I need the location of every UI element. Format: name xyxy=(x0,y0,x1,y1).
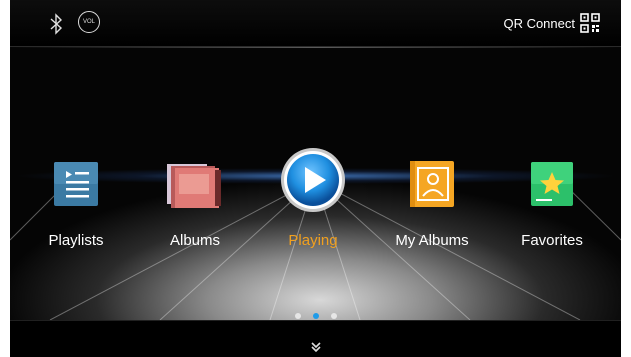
status-bar: VOL QR Connect xyxy=(10,0,621,48)
carousel-item-my-albums[interactable]: My Albums xyxy=(382,160,482,249)
page-dot-active[interactable] xyxy=(312,313,319,319)
playlist-icon xyxy=(54,162,98,206)
page-dot[interactable] xyxy=(330,313,337,319)
qr-connect-label[interactable]: QR Connect xyxy=(503,16,575,31)
bluetooth-icon[interactable] xyxy=(48,13,64,35)
volume-icon[interactable]: VOL xyxy=(78,11,100,33)
my-albums-icon xyxy=(410,161,454,207)
carousel-item-label: My Albums xyxy=(395,232,469,249)
volume-icon-text: VOL xyxy=(82,19,95,25)
carousel-item-albums[interactable]: Albums xyxy=(145,160,245,249)
qr-code-icon[interactable] xyxy=(580,13,600,33)
carousel-item-label: d xyxy=(0,232,8,249)
carousel-item-label: Playlists xyxy=(48,232,104,249)
carousel-item-playlists[interactable]: Playlists xyxy=(26,160,126,249)
page-dot[interactable] xyxy=(294,313,301,319)
carousel-item-label: Albums xyxy=(169,232,221,249)
double-chevron-down-icon[interactable] xyxy=(310,341,322,353)
carousel-item-favorites[interactable]: Favorites xyxy=(502,160,602,249)
carousel-item-label: Playing xyxy=(288,232,338,249)
right-frame xyxy=(621,0,631,357)
bottom-bar xyxy=(10,320,621,357)
carousel-item-playing[interactable]: Playing xyxy=(263,146,363,249)
music-home-screen: VOL QR Connect d Playlists Albums Playin… xyxy=(0,0,631,357)
status-bar-divider xyxy=(10,47,621,48)
album-icon xyxy=(167,164,221,208)
favorites-icon xyxy=(531,162,573,206)
left-frame xyxy=(0,0,10,357)
carousel-item-label: Favorites xyxy=(521,232,583,249)
play-icon xyxy=(281,148,345,212)
